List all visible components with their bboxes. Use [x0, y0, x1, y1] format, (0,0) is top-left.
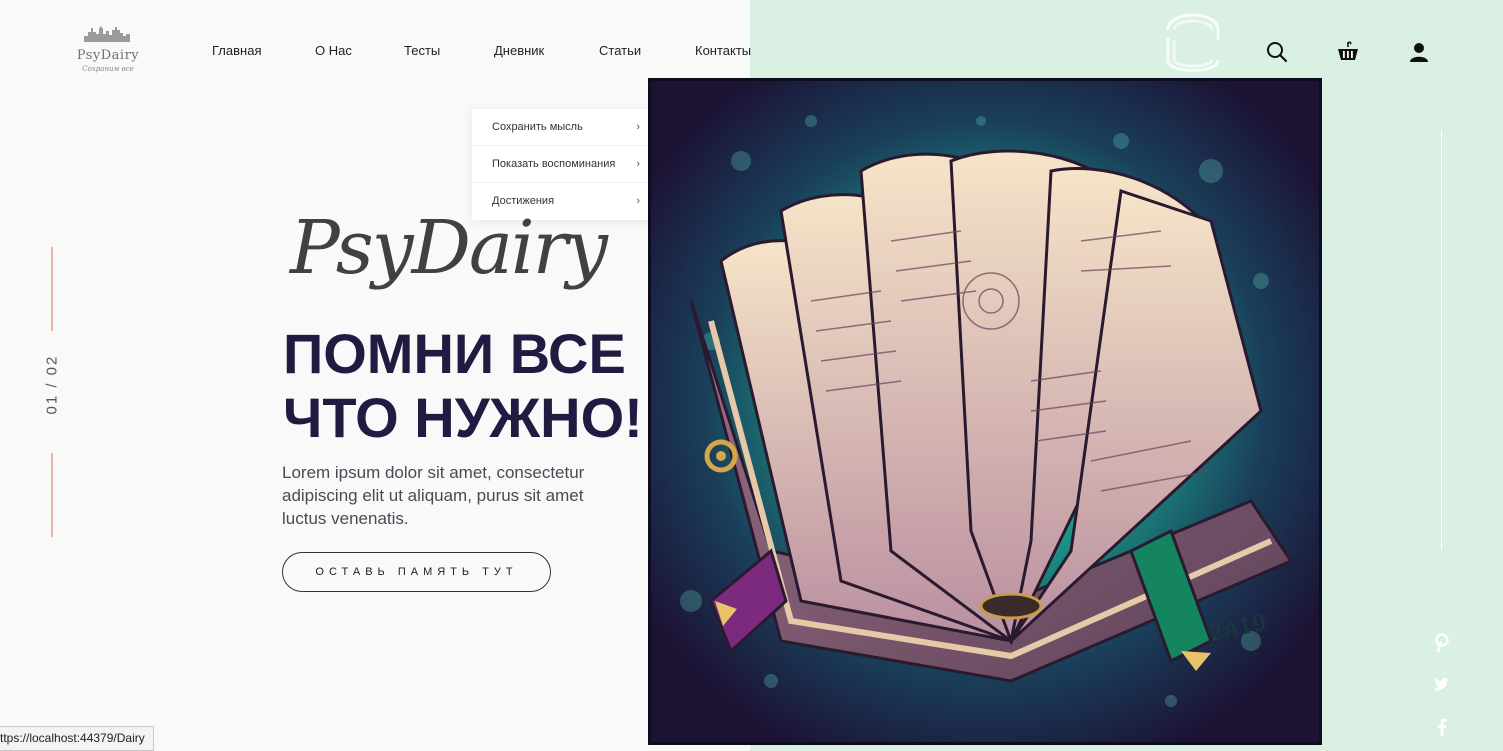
- leave-memory-button[interactable]: ОСТАВЬ ПАМЯТЬ ТУТ: [282, 552, 551, 592]
- logo-skyline-icon: [84, 26, 130, 42]
- nav-item-contacts[interactable]: Контакты: [695, 43, 751, 58]
- dropdown-item-label: Показать воспоминания: [492, 158, 616, 170]
- user-icon[interactable]: [1407, 40, 1431, 64]
- hero-headline-line-1: ПОМНИ ВСЕ: [283, 322, 626, 385]
- hero-headline: ПОМНИ ВСЕ ЧТО НУЖНО!: [283, 322, 643, 450]
- logo-name: PsyDairy: [76, 48, 140, 63]
- nav-item-tests[interactable]: Тесты: [404, 43, 440, 58]
- nav-item-articles[interactable]: Статьи: [599, 43, 641, 58]
- basket-icon[interactable]: [1336, 40, 1360, 64]
- dropdown-item-show-memories[interactable]: Показать воспоминания ›: [472, 146, 656, 183]
- nav-item-home[interactable]: Главная: [212, 43, 261, 58]
- dropdown-item-label: Сохранить мысль: [492, 121, 583, 133]
- logo-tagline: Сохраним все: [82, 65, 134, 73]
- hero-book-illustration: 2A19: [648, 78, 1322, 745]
- browser-status-url: ttps://localhost:44379/Dairy: [0, 726, 154, 751]
- hero-script-title: PsyDairy: [290, 205, 608, 291]
- pinterest-icon[interactable]: [1432, 632, 1452, 653]
- slider-accent-line-bottom: [51, 453, 53, 537]
- background-letters-decoration: [1160, 0, 1230, 80]
- nav-item-diary[interactable]: Дневник: [494, 43, 544, 58]
- chevron-right-icon: ›: [636, 121, 640, 133]
- diary-dropdown-menu: Сохранить мысль › Показать воспоминания …: [472, 109, 656, 220]
- site-logo[interactable]: PsyDairy Сохраним все: [62, 22, 154, 80]
- facebook-icon[interactable]: [1432, 717, 1452, 737]
- slide-counter: 01 / 02: [43, 354, 61, 415]
- chevron-right-icon: ›: [636, 158, 640, 170]
- nav-item-about[interactable]: О Нас: [315, 43, 352, 58]
- dropdown-item-save-thought[interactable]: Сохранить мысль ›: [472, 109, 656, 146]
- chevron-right-icon: ›: [636, 195, 640, 207]
- slider-accent-line-top: [51, 247, 53, 331]
- hero-lead-text: Lorem ipsum dolor sit amet, consectetur …: [282, 463, 585, 528]
- search-icon[interactable]: [1265, 40, 1289, 64]
- twitter-icon[interactable]: [1432, 675, 1452, 695]
- right-divider-line: [1441, 130, 1442, 550]
- hero-headline-line-2: ЧТО НУЖНО!: [283, 386, 643, 449]
